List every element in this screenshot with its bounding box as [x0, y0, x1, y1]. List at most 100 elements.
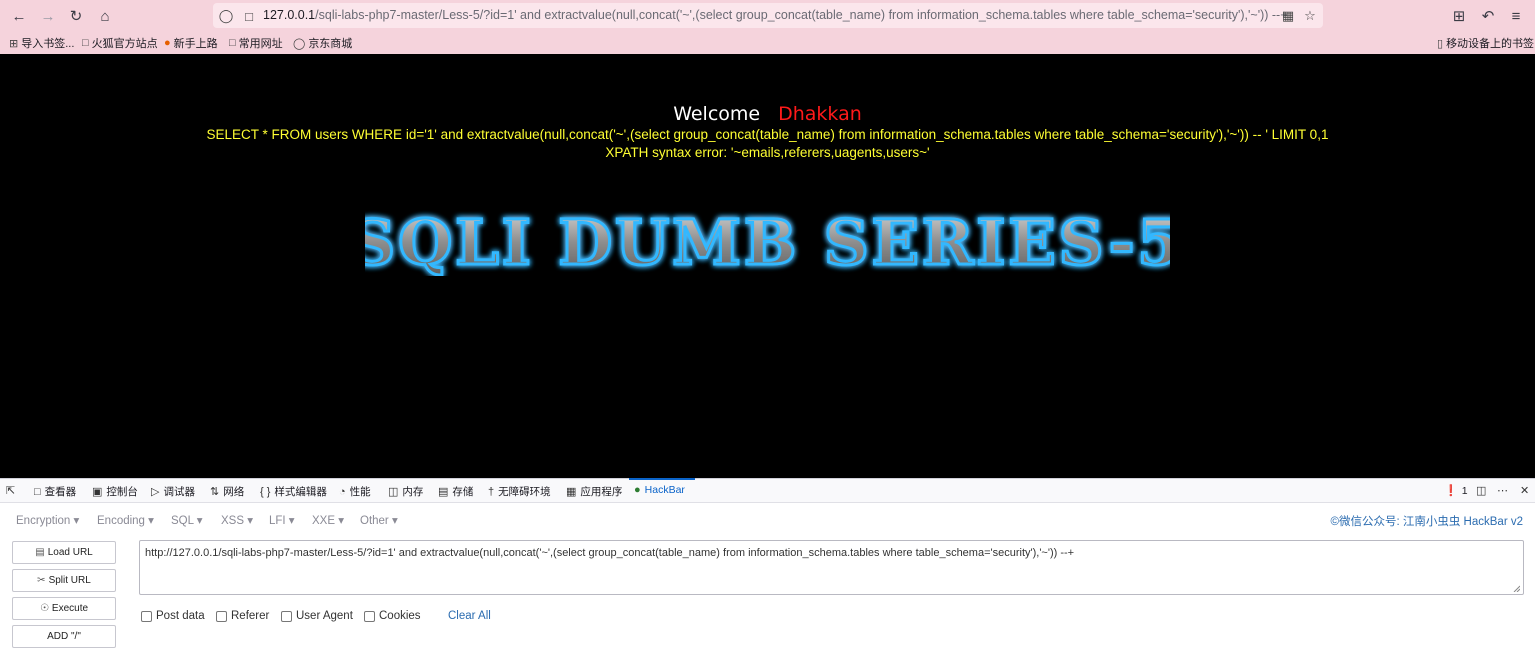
tab-label: 调试器 [163, 486, 195, 498]
cookies-checkbox[interactable]: Cookies [364, 610, 421, 622]
home-icon[interactable]: ⌂ [94, 5, 116, 27]
welcome-line: Welcome Dhakkan [0, 103, 1535, 125]
star-icon[interactable]: ☆ [1301, 7, 1319, 25]
menu-other[interactable]: Other ▾ [360, 513, 398, 527]
add-slash-button[interactable]: ADD "/" [12, 625, 116, 648]
active-tab-indicator [629, 478, 695, 480]
page-content: Welcome Dhakkan SELECT * FROM users WHERE… [0, 54, 1535, 478]
storage-icon: ▤ [438, 486, 449, 498]
checkbox-label: Cookies [379, 610, 421, 622]
hackbar-url-input[interactable]: http://127.0.0.1/sqli-labs-php7-master/L… [139, 540, 1524, 595]
qr-code-icon[interactable]: ▦ [1279, 7, 1297, 25]
tab-accessibility[interactable]: † 无障碍环境 [488, 484, 551, 499]
tab-storage[interactable]: ▤ 存储 [438, 484, 473, 499]
close-icon[interactable]: ✕ [1520, 484, 1529, 497]
xpath-error-text: XPATH syntax error: '~emails,referers,ua… [605, 145, 930, 160]
banner-text: SQLI DUMB SERIES-5 [365, 206, 1170, 276]
user-name: Dhakkan [778, 103, 862, 125]
style-editor-icon: { } [260, 485, 271, 498]
play-icon: ☉ [39, 603, 49, 614]
network-icon: ⇅ [210, 486, 220, 498]
tab-label: 性能 [349, 486, 371, 498]
error-count-badge[interactable]: ❗ 1 [1444, 484, 1468, 498]
application-icon: ▦ [566, 486, 577, 498]
crop-icon[interactable]: ⊞ [1448, 5, 1470, 27]
menu-sql[interactable]: SQL ▾ [171, 513, 203, 527]
bookmark-label: 导入书签... [21, 38, 75, 50]
split-url-button[interactable]: ✂ Split URL [12, 569, 116, 592]
bookmark-import[interactable]: ⊞ 导入书签... [9, 35, 74, 51]
shield-icon[interactable]: ◯ [217, 7, 235, 25]
button-label: Execute [51, 603, 89, 614]
tab-label: 网络 [223, 486, 245, 498]
error-icon: ❗ [1444, 485, 1458, 497]
bookmark-getting-started[interactable]: ● 新手上路 [164, 35, 218, 51]
url-input-value: http://127.0.0.1/sqli-labs-php7-master/L… [145, 547, 1075, 559]
folder-icon: □ [82, 37, 89, 49]
url-text[interactable]: 127.0.0.1/sqli-labs-php7-master/Less-5/?… [263, 8, 1288, 22]
menu-icon[interactable]: ≡ [1505, 5, 1527, 27]
tab-label: 无障碍环境 [498, 486, 551, 498]
tab-memory[interactable]: ◫ 内存 [388, 484, 423, 499]
checkbox-label: Referer [231, 610, 270, 622]
browser-chrome: ← → ↻ ⌂ ◯ □ 127.0.0.1/sqli-labs-php7-mas… [0, 0, 1535, 54]
back-icon[interactable]: ← [8, 5, 30, 27]
button-label: Load URL [47, 547, 93, 558]
undo-icon[interactable]: ↶ [1477, 5, 1499, 27]
bookmark-firefox-site[interactable]: □ 火狐官方站点 [82, 35, 158, 51]
forward-icon[interactable]: → [37, 5, 59, 27]
execute-button[interactable]: ☉ Execute [12, 597, 116, 620]
address-bar[interactable]: ◯ □ 127.0.0.1/sqli-labs-php7-master/Less… [213, 3, 1323, 28]
tab-label: 内存 [402, 486, 424, 498]
tab-debugger[interactable]: ▷ 调试器 [151, 484, 195, 499]
referer-checkbox[interactable]: Referer [216, 610, 269, 622]
tab-label: 查看器 [44, 486, 77, 498]
element-picker-icon[interactable]: ⇱ [6, 484, 15, 497]
url-path: /sqli-labs-php7-master/Less-5/?id=1' and… [315, 8, 1288, 22]
load-url-button[interactable]: ▤ Load URL [12, 541, 116, 564]
welcome-text: Welcome [673, 103, 761, 125]
more-options-icon[interactable]: ⋯ [1497, 484, 1508, 497]
menu-lfi[interactable]: LFI ▾ [269, 513, 295, 527]
sql-query-text: SELECT * FROM users WHERE id='1' and ext… [206, 127, 1329, 142]
mobile-icon: ▯ [1437, 37, 1444, 50]
checkbox-box[interactable] [364, 610, 375, 622]
tab-hackbar[interactable]: ● HackBar [634, 484, 685, 496]
checkbox-label: User Agent [296, 610, 353, 622]
checkbox-box[interactable] [141, 610, 152, 622]
tab-label: 存储 [452, 486, 474, 498]
menu-encoding[interactable]: Encoding ▾ [97, 513, 154, 527]
tab-network[interactable]: ⇅ 网络 [210, 484, 244, 499]
checkbox-box[interactable] [281, 610, 292, 622]
bookmark-mobile[interactable]: ▯ 移动设备上的书签 [1437, 35, 1534, 51]
post-data-checkbox[interactable]: Post data [141, 610, 205, 622]
resize-handle-icon[interactable] [1512, 584, 1520, 592]
tab-console[interactable]: ▣ 控制台 [92, 484, 138, 499]
url-host: 127.0.0.1 [263, 8, 316, 22]
devtools-panel: ⇱ □ 查看器 ▣ 控制台 ▷ 调试器 ⇅ 网络 { } 样式编辑器 ◔ 性能 ◫ 内存 ▤ 存… [0, 478, 1535, 658]
page-icon[interactable]: □ [240, 7, 258, 25]
performance-icon: ◔ [339, 485, 346, 498]
tab-label: 样式编辑器 [274, 486, 327, 498]
tab-inspector[interactable]: □ 查看器 [34, 484, 76, 499]
menu-xxe[interactable]: XXE ▾ [312, 513, 344, 527]
dock-icon[interactable]: ◫ [1476, 484, 1486, 497]
tab-label: 应用程序 [580, 486, 623, 498]
hackbar-credit: ©微信公众号: 江南小虫虫 HackBar v2 [1330, 516, 1524, 528]
menu-xss[interactable]: XSS ▾ [221, 513, 253, 527]
menu-encryption[interactable]: Encryption ▾ [16, 513, 79, 527]
bookmark-jd[interactable]: ◯ 京东商城 [293, 35, 352, 51]
navigation-bar: ← → ↻ ⌂ ◯ □ 127.0.0.1/sqli-labs-php7-mas… [0, 0, 1535, 31]
hackbar-icon: ● [634, 484, 641, 496]
tab-application[interactable]: ▦ 应用程序 [566, 484, 622, 499]
tab-performance[interactable]: ◔ 性能 [339, 484, 371, 499]
user-agent-checkbox[interactable]: User Agent [281, 610, 353, 622]
memory-icon: ◫ [388, 486, 399, 498]
bookmarks-toolbar: ⊞ 导入书签... □ 火狐官方站点 ● 新手上路 □ 常用网址 ◯ 京东商城 ▯ 移动设备… [0, 31, 1535, 53]
checkbox-box[interactable] [216, 610, 227, 622]
reload-icon[interactable]: ↻ [65, 5, 87, 27]
clear-all-link[interactable]: Clear All [448, 610, 491, 622]
bookmark-label: 新手上路 [173, 38, 218, 50]
bookmark-common-sites[interactable]: □ 常用网址 [229, 35, 283, 51]
tab-style-editor[interactable]: { } 样式编辑器 [260, 484, 327, 499]
